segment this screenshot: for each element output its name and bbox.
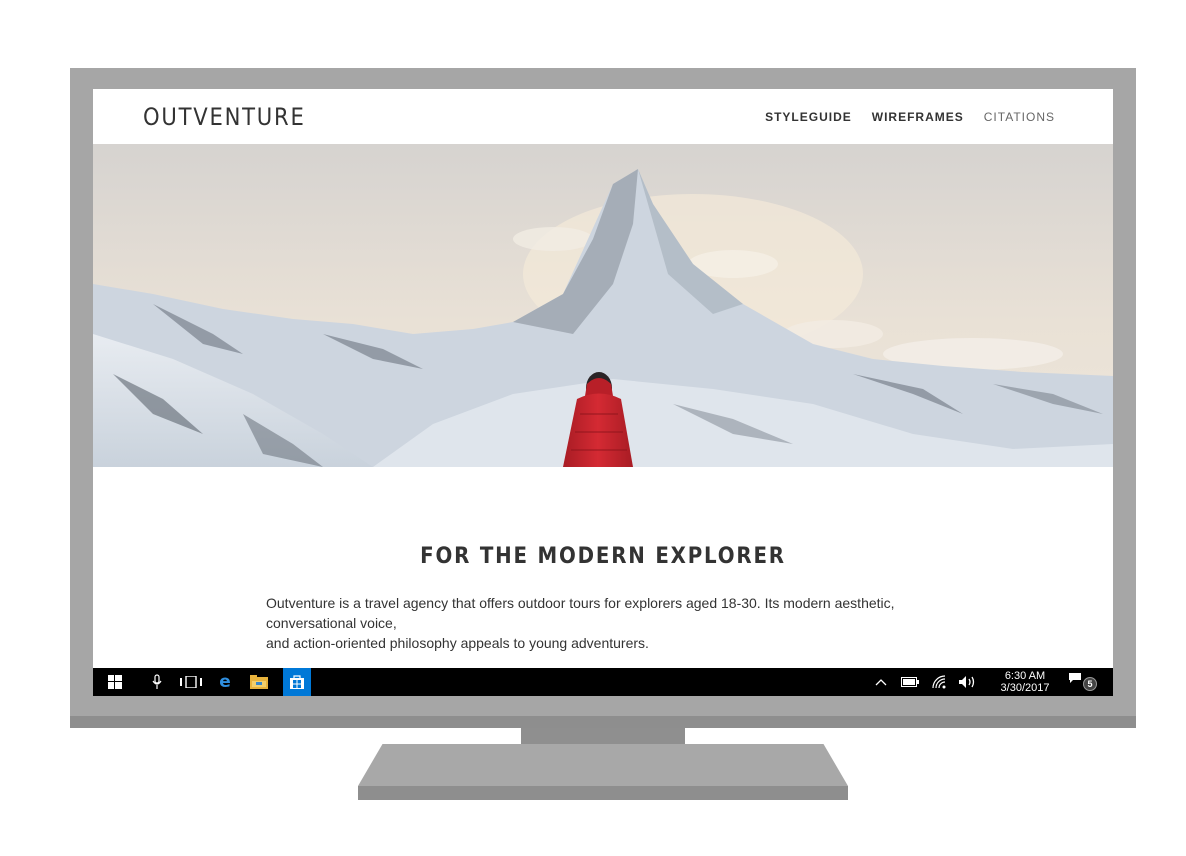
microphone-icon[interactable] [143, 668, 171, 696]
section-headline: FOR THE MODERN EXPLORER [420, 543, 786, 569]
notification-count-badge: 5 [1083, 677, 1097, 691]
file-explorer-icon[interactable] [245, 668, 273, 696]
hero-image [93, 144, 1113, 467]
nav-link-citations[interactable]: CITATIONS [984, 110, 1055, 124]
battery-icon[interactable] [896, 668, 924, 696]
chevron-up-icon[interactable] [867, 668, 895, 696]
intro-paragraph-line-1: Outventure is a travel agency that offer… [266, 595, 895, 631]
site-header: OUTVENTURE STYLEGUIDE WIREFRAMES CITATIO… [93, 89, 1113, 145]
task-view-icon[interactable] [177, 668, 205, 696]
taskbar-clock[interactable]: 6:30 AM 3/30/2017 [993, 670, 1057, 694]
volume-icon[interactable] [954, 668, 982, 696]
clock-date: 3/30/2017 [1000, 682, 1050, 694]
intro-section: FOR THE MODERN EXPLORER Outventure is a … [93, 467, 1113, 668]
intro-paragraph: Outventure is a travel agency that offer… [266, 593, 956, 653]
intro-paragraph-line-2: and action-oriented philosophy appeals t… [266, 635, 649, 651]
main-nav: STYLEGUIDE WIREFRAMES CITATIONS [765, 110, 1055, 124]
monitor-stand-base [358, 744, 848, 786]
nav-link-styleguide[interactable]: STYLEGUIDE [765, 110, 852, 124]
monitor-screen: OUTVENTURE STYLEGUIDE WIREFRAMES CITATIO… [93, 89, 1113, 696]
monitor-stand-base-edge [358, 786, 848, 800]
site-logo[interactable]: OUTVENTURE [143, 103, 306, 131]
store-icon[interactable] [283, 668, 311, 696]
wifi-icon[interactable] [925, 668, 953, 696]
windows-start-icon[interactable] [101, 668, 129, 696]
clock-time: 6:30 AM [1004, 670, 1046, 682]
nav-link-wireframes[interactable]: WIREFRAMES [872, 110, 964, 124]
edge-browser-icon[interactable]: e [211, 668, 239, 696]
windows-taskbar: e 6:30 AM 3/30/2017 5 [93, 668, 1113, 696]
